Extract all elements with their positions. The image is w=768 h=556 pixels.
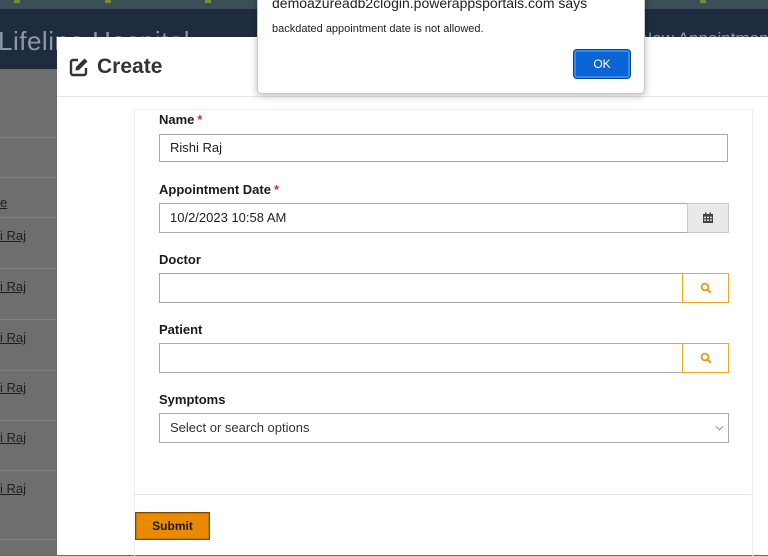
row-divider [0, 177, 60, 178]
appointment-date-label-text: Appointment Date [159, 182, 271, 197]
background-list: e i Raj i Raj i Raj i Raj i Raj i Raj [0, 69, 60, 555]
list-item-link[interactable]: i Raj [0, 279, 26, 294]
create-modal: Create Name * Rishi Raj Appointment Date *… [57, 37, 768, 556]
doctor-search-button[interactable] [682, 273, 729, 303]
required-marker: * [273, 182, 280, 197]
name-input[interactable]: Rishi Raj [159, 134, 728, 162]
name-label-text: Name [159, 112, 195, 127]
doctor-input[interactable] [159, 273, 683, 303]
row-divider [0, 319, 60, 320]
alert-message: backdated appointment date is not allowe… [272, 23, 484, 35]
chevron-down-icon [715, 425, 724, 431]
list-item-link[interactable]: i Raj [0, 228, 26, 243]
alert-origin: demoazureadb2clogin.powerappsportals.com… [272, 0, 588, 11]
list-item-link[interactable]: i Raj [0, 380, 26, 395]
search-icon [700, 352, 712, 364]
search-icon [700, 282, 712, 294]
form-panel [134, 109, 753, 556]
list-item-link[interactable]: i Raj [0, 430, 26, 445]
symptoms-label: Symptoms [159, 392, 226, 407]
form-divider [134, 494, 751, 495]
required-marker: * [197, 112, 203, 127]
submit-button[interactable]: Submit [135, 512, 210, 540]
patient-search-button[interactable] [682, 343, 729, 373]
top-bar-mark [105, 0, 111, 3]
modal-title: Create [97, 55, 163, 78]
row-divider [0, 470, 60, 471]
list-item-link[interactable]: i Raj [0, 330, 26, 345]
date-picker-button[interactable] [687, 203, 729, 233]
alert-dialog: demoazureadb2clogin.powerappsportals.com… [257, 0, 645, 94]
row-divider [0, 370, 60, 371]
appointment-date-input[interactable]: 10/2/2023 10:58 AM [159, 203, 688, 233]
row-divider [0, 268, 60, 269]
edit-icon [69, 58, 88, 77]
symptoms-select[interactable]: Select or search options [159, 413, 729, 443]
column-header[interactable]: e [0, 195, 7, 210]
row-divider [0, 539, 60, 540]
top-bar-mark [205, 0, 211, 3]
name-label: Name * [159, 112, 202, 127]
symptoms-placeholder: Select or search options [170, 420, 310, 435]
ok-button[interactable]: OK [574, 50, 630, 78]
calendar-icon [703, 212, 713, 223]
row-divider [0, 420, 60, 421]
row-divider [0, 137, 60, 138]
top-bar-mark [14, 0, 20, 3]
row-divider [0, 217, 60, 218]
appointment-date-label: Appointment Date * [159, 182, 279, 197]
top-bar-mark [700, 0, 706, 3]
doctor-label: Doctor [159, 252, 201, 267]
patient-input[interactable] [159, 343, 683, 373]
patient-label: Patient [159, 322, 203, 337]
list-item-link[interactable]: i Raj [0, 481, 26, 496]
